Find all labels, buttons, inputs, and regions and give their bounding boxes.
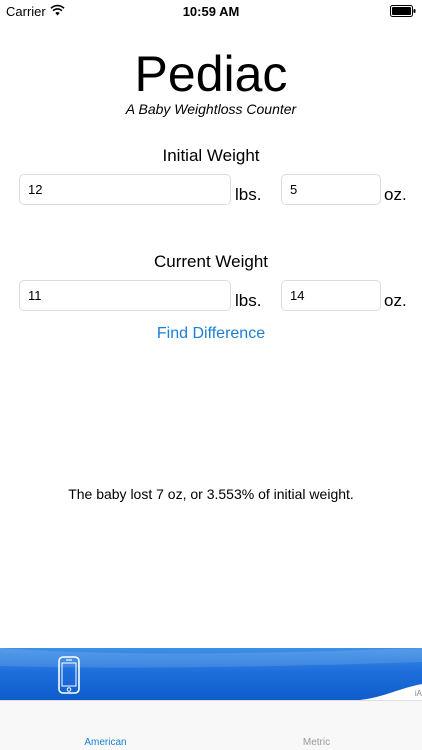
initial-oz-unit: oz. — [384, 185, 407, 204]
ad-banner[interactable]: iA — [0, 648, 422, 700]
result-text: The baby lost 7 oz, or 3.553% of initial… — [68, 486, 354, 502]
current-lbs-input[interactable] — [19, 280, 231, 311]
tab-bar: American Metric — [0, 700, 422, 750]
app-subtitle: A Baby Weightloss Counter — [125, 101, 297, 117]
status-bar: Carrier 10:59 AM — [0, 0, 422, 24]
current-oz-unit: oz. — [384, 291, 407, 310]
app-title: Pediac — [134, 46, 288, 102]
tab-metric[interactable]: Metric — [211, 737, 422, 748]
tab-american[interactable]: American — [0, 737, 211, 748]
battery-icon — [390, 5, 416, 17]
phone-icon — [58, 656, 80, 694]
status-time: 10:59 AM — [182, 4, 240, 19]
current-oz-input[interactable] — [281, 280, 381, 311]
initial-lbs-unit: lbs. — [235, 185, 262, 204]
current-weight-label: Current Weight — [153, 252, 268, 271]
current-lbs-unit: lbs. — [235, 291, 262, 310]
initial-oz-input[interactable] — [281, 174, 381, 205]
find-difference-button[interactable]: Find Difference — [0, 325, 422, 343]
initial-weight-label: Initial Weight — [162, 146, 260, 165]
initial-lbs-input[interactable] — [19, 174, 231, 205]
ad-mark: iA — [414, 689, 422, 698]
